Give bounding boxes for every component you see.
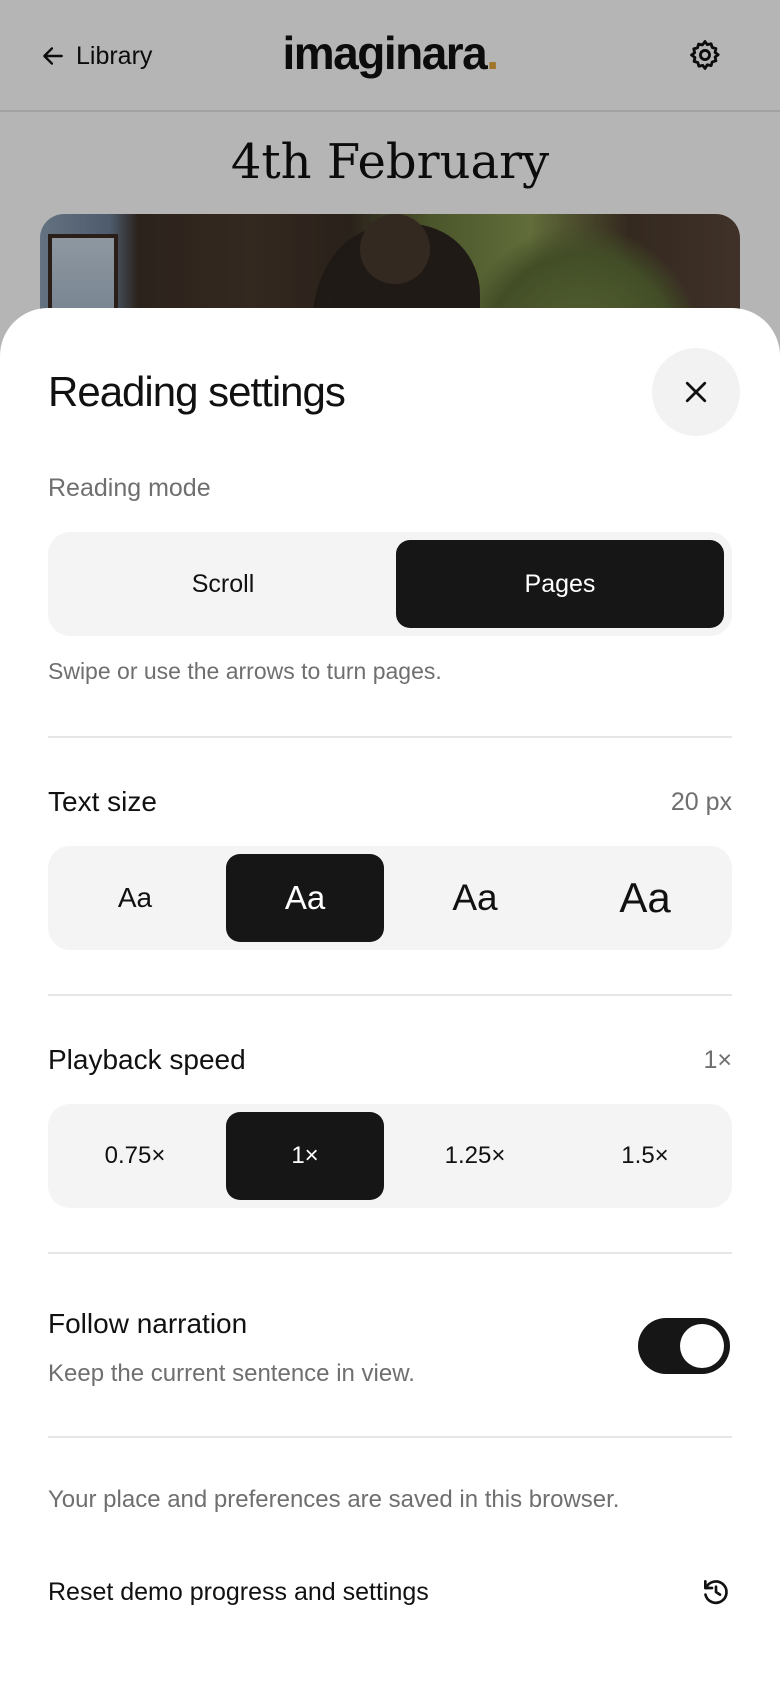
reset-icon	[704, 1580, 728, 1605]
text-size-option-medium[interactable]: Aa	[226, 854, 384, 942]
playback-speed-label: Playback speed	[48, 1044, 246, 1075]
divider	[48, 1436, 732, 1438]
reading-settings-sheet: Reading settings Reading mode Scroll Pag…	[0, 308, 780, 1688]
playback-speed-option[interactable]: 1.25×	[396, 1112, 554, 1200]
text-size-selector: Aa Aa Aa Aa	[48, 846, 732, 950]
text-size-value: 20 px	[670, 788, 732, 816]
reset-label: Reset demo progress and settings	[48, 1577, 429, 1606]
text-size-option-small[interactable]: Aa	[56, 854, 214, 942]
playback-speed-option[interactable]: 0.75×	[56, 1112, 214, 1200]
reset-button[interactable]: Reset demo progress and settings	[48, 1566, 732, 1618]
text-size-option-large[interactable]: Aa	[396, 854, 554, 942]
sheet-title: Reading settings	[48, 368, 346, 415]
reading-mode-scroll[interactable]: Scroll	[56, 540, 390, 628]
follow-narration-description: Keep the current sentence in view.	[48, 1360, 415, 1387]
reading-mode-pages[interactable]: Pages	[396, 540, 724, 628]
follow-narration-label: Follow narration	[48, 1308, 248, 1339]
playback-speed-value: 1×	[703, 1046, 732, 1074]
close-icon	[685, 381, 707, 403]
text-size-label: Text size	[48, 786, 157, 817]
toggle-knob	[680, 1324, 724, 1368]
divider	[48, 736, 732, 738]
reading-mode-label: Reading mode	[48, 474, 211, 502]
divider	[48, 1252, 732, 1254]
text-size-option-xlarge[interactable]: Aa	[566, 854, 724, 942]
playback-speed-selector: 0.75× 1× 1.25× 1.5×	[48, 1104, 732, 1208]
storage-note: Your place and preferences are saved in …	[48, 1486, 620, 1513]
playback-speed-option[interactable]: 1.5×	[566, 1112, 724, 1200]
reading-mode-hint: Swipe or use the arrows to turn pages.	[48, 658, 442, 684]
close-button[interactable]	[652, 348, 740, 436]
reading-mode-selector: Scroll Pages	[48, 532, 732, 636]
divider	[48, 994, 732, 996]
follow-narration-toggle[interactable]	[638, 1318, 730, 1374]
playback-speed-option[interactable]: 1×	[226, 1112, 384, 1200]
